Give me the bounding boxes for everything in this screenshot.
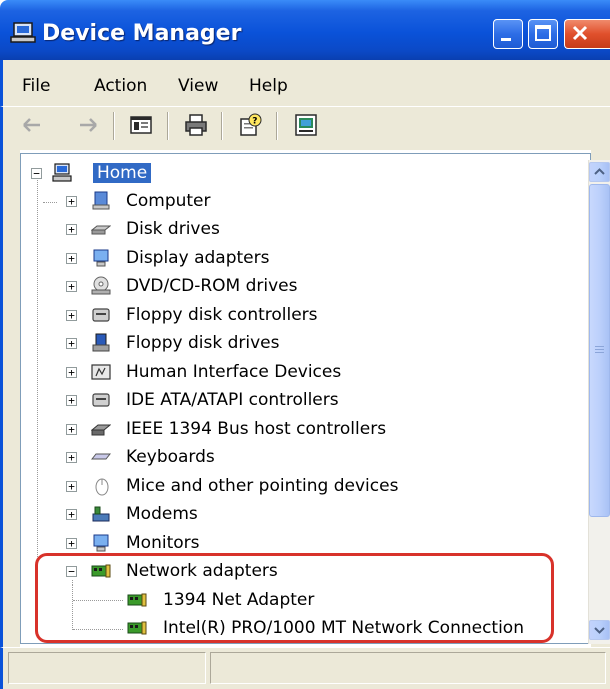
expand-disk-drives[interactable]: + <box>66 224 77 235</box>
expand-modems[interactable]: + <box>66 509 77 520</box>
expand-monitors[interactable]: + <box>66 538 77 549</box>
scroll-down-button[interactable] <box>589 620 610 640</box>
chevron-up-icon <box>594 168 605 175</box>
tree-item-ieee1394[interactable]: IEEE 1394 Bus host controllers <box>126 419 386 439</box>
back-arrow-icon[interactable] <box>20 113 44 137</box>
menu-file[interactable]: File <box>22 76 50 96</box>
home-collapse-toggle[interactable]: − <box>31 168 42 179</box>
expand-floppy-controllers[interactable]: + <box>66 310 77 321</box>
tree-item-ide[interactable]: IDE ATA/ATAPI controllers <box>126 390 339 410</box>
minimize-button[interactable] <box>493 19 523 49</box>
tree-item-modems[interactable]: Modems <box>126 504 198 524</box>
maximize-icon <box>535 25 551 41</box>
toolbar-separator <box>276 112 278 140</box>
tree-item-hid[interactable]: Human Interface Devices <box>126 362 341 382</box>
expand-hid[interactable]: + <box>66 367 77 378</box>
scroll-grip <box>595 349 604 350</box>
status-pane-1 <box>8 652 206 684</box>
tree-item-floppy-drives[interactable]: Floppy disk drives <box>126 333 279 353</box>
firewire-icon <box>91 424 111 436</box>
expand-ieee1394[interactable]: + <box>66 424 77 435</box>
floppy-icon <box>92 333 110 352</box>
tree-item-dvd-cdrom[interactable]: DVD/CD-ROM drives <box>126 276 297 296</box>
print-icon[interactable] <box>184 113 208 137</box>
computer-icon <box>52 163 72 182</box>
minimize-icon <box>501 38 511 41</box>
forward-arrow-icon[interactable] <box>76 113 100 137</box>
window-frame-left <box>0 150 20 647</box>
expand-keyboards[interactable]: + <box>66 452 77 463</box>
tree-item-computer[interactable]: Computer <box>126 191 211 211</box>
keyboard-icon <box>91 453 111 460</box>
tree-item-keyboards[interactable]: Keyboards <box>126 447 215 467</box>
show-hide-console-tree-icon[interactable] <box>129 113 153 137</box>
window-title: Device Manager <box>42 21 242 46</box>
tree-item-display-adapters[interactable]: Display adapters <box>126 248 269 268</box>
cdrom-icon <box>91 276 111 295</box>
device-manager-icon <box>10 22 36 43</box>
scroll-grip <box>595 346 604 347</box>
tree-item-monitors[interactable]: Monitors <box>126 533 199 553</box>
expand-dvd-cdrom[interactable]: + <box>66 281 77 292</box>
toolbar-separator <box>113 112 115 140</box>
properties-icon[interactable] <box>294 113 318 137</box>
modem-icon <box>92 506 110 522</box>
scroll-up-button[interactable] <box>589 162 610 182</box>
menu-action[interactable]: Action <box>94 76 147 96</box>
expand-display-adapters[interactable]: + <box>66 253 77 264</box>
menu-help[interactable]: Help <box>249 76 288 96</box>
computer-icon <box>92 191 110 210</box>
hid-icon <box>91 364 111 380</box>
tree-connector <box>43 202 57 203</box>
svg-text:?: ? <box>252 117 257 127</box>
monitor-icon <box>93 534 109 552</box>
tree-guide-line <box>37 180 38 575</box>
expand-ide[interactable]: + <box>66 395 77 406</box>
mouse-icon <box>95 478 109 496</box>
help-icon[interactable]: ? <box>238 113 262 137</box>
controller-icon <box>92 308 110 322</box>
chevron-down-icon <box>594 627 605 634</box>
menu-view[interactable]: View <box>178 76 218 96</box>
status-pane-2 <box>210 652 606 684</box>
disk-drive-icon <box>91 225 111 235</box>
toolbar-separator <box>221 112 223 140</box>
scroll-thumb[interactable] <box>589 184 610 517</box>
expand-computer[interactable]: + <box>66 196 77 207</box>
menu-bar <box>0 60 610 106</box>
expand-floppy-drives[interactable]: + <box>66 338 77 349</box>
highlight-ring-network-adapters <box>35 553 554 643</box>
tree-item-disk-drives[interactable]: Disk drives <box>126 219 220 239</box>
close-button[interactable] <box>564 19 610 49</box>
toolbar-separator <box>167 112 169 140</box>
display-adapter-icon <box>93 249 109 267</box>
controller-icon <box>92 393 110 407</box>
maximize-button[interactable] <box>528 19 558 49</box>
scroll-grip <box>595 352 604 353</box>
tree-root-home[interactable]: Home <box>93 163 152 183</box>
tree-item-floppy-controllers[interactable]: Floppy disk controllers <box>126 305 318 325</box>
close-icon <box>572 25 588 41</box>
tree-item-mice[interactable]: Mice and other pointing devices <box>126 476 398 496</box>
expand-mice[interactable]: + <box>66 481 77 492</box>
